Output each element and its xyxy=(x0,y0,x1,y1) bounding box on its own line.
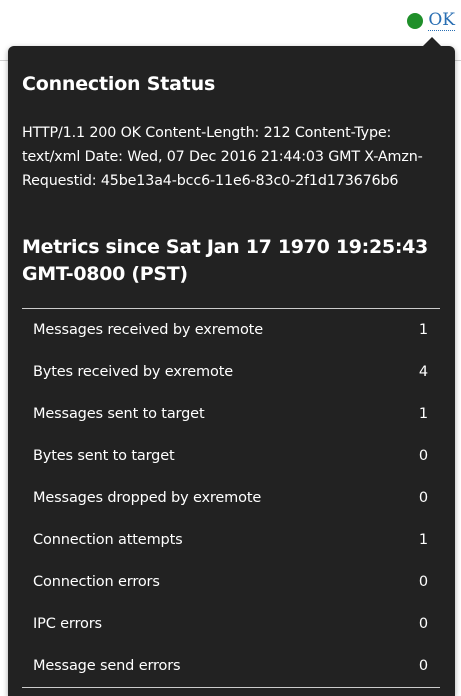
metric-value: 4 xyxy=(418,364,428,380)
metric-label: Connection errors xyxy=(33,574,160,590)
table-row: Messages dropped by exremote 0 xyxy=(22,477,440,519)
table-row: Bytes sent to target 0 xyxy=(22,435,440,477)
metric-label: Bytes received by exremote xyxy=(33,364,234,380)
metric-value: 0 xyxy=(418,616,428,632)
metric-value: 0 xyxy=(418,448,428,464)
metric-label: Messages sent to target xyxy=(33,406,205,422)
metrics-table: Messages received by exremote 1 Bytes re… xyxy=(22,308,440,688)
table-row: Message send errors 0 xyxy=(22,645,440,688)
metric-value: 1 xyxy=(418,532,428,548)
table-row: Connection errors 0 xyxy=(22,561,440,603)
metric-value: 1 xyxy=(418,406,428,422)
metric-value: 0 xyxy=(406,645,440,688)
metrics-heading: Metrics since Sat Jan 17 1970 19:25:43 G… xyxy=(22,236,428,285)
metric-value: 0 xyxy=(418,574,428,590)
metric-value: 0 xyxy=(418,490,428,506)
table-row: Messages sent to target 1 xyxy=(22,393,440,435)
table-row: Messages received by exremote 1 xyxy=(22,309,440,352)
http-response-text: HTTP/1.1 200 OK Content-Length: 212 Cont… xyxy=(22,125,423,189)
metric-label: Connection attempts xyxy=(33,532,183,548)
metric-label: Bytes sent to target xyxy=(33,448,175,464)
metric-label: Messages dropped by exremote xyxy=(33,490,262,506)
metric-value: 1 xyxy=(418,322,428,338)
divider xyxy=(0,60,8,61)
table-row: Connection attempts 1 xyxy=(22,519,440,561)
popover-arrow xyxy=(423,37,441,46)
status-bar: OK xyxy=(0,0,461,48)
divider xyxy=(455,60,461,61)
status-dot-icon xyxy=(407,12,424,29)
status-link[interactable]: OK xyxy=(428,10,455,31)
connection-status-indicator[interactable]: OK xyxy=(407,10,455,31)
metric-label: Message send errors xyxy=(22,645,407,688)
connection-status-popover: Connection Status HTTP/1.1 200 OK Conten… xyxy=(8,37,455,696)
metric-label: IPC errors xyxy=(33,616,102,632)
popover-title: Connection Status xyxy=(22,73,216,95)
table-row: Bytes received by exremote 4 xyxy=(22,351,440,393)
metric-label: Messages received by exremote xyxy=(33,322,263,338)
table-row: IPC errors 0 xyxy=(22,603,440,645)
